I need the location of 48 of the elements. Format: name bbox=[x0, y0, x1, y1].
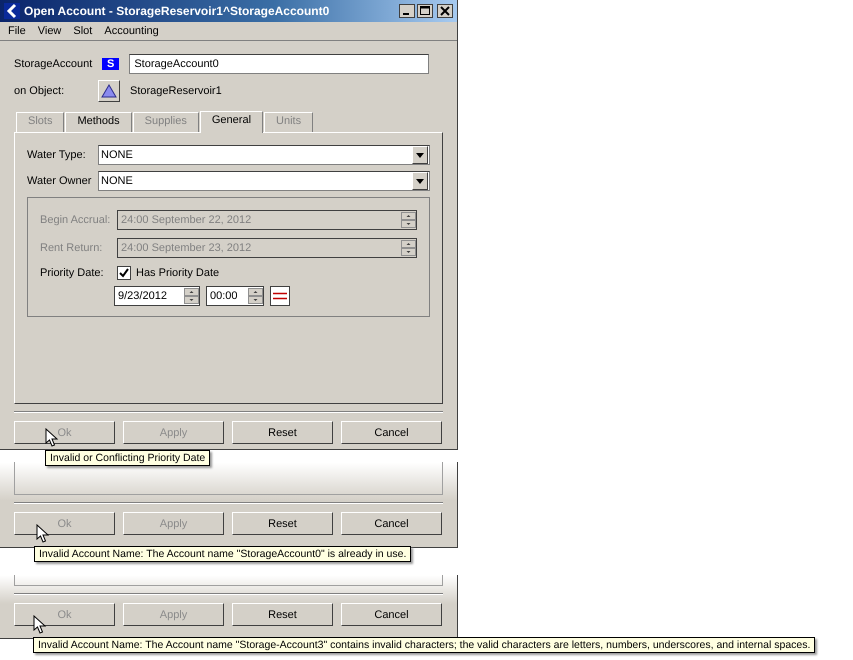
dropdown-label: Water Type: bbox=[27, 149, 87, 161]
dropdown[interactable]: NONE bbox=[98, 145, 430, 165]
date-label: Begin Accrual: bbox=[40, 214, 112, 226]
menu-item[interactable]: File bbox=[8, 25, 26, 37]
spinner-arrows-icon[interactable] bbox=[184, 288, 199, 304]
cursor-icon bbox=[45, 428, 59, 448]
dropdown-label: Water Owner bbox=[27, 175, 92, 187]
account-badge: S bbox=[102, 58, 120, 70]
menu-item[interactable]: View bbox=[38, 25, 62, 37]
object-label: on Object: bbox=[14, 85, 66, 97]
calendar-button[interactable] bbox=[270, 286, 290, 306]
object-name: StorageReservoir1 bbox=[130, 85, 222, 97]
spinner-arrows-icon[interactable] bbox=[401, 240, 416, 256]
checkbox[interactable] bbox=[117, 266, 131, 280]
checkbox-label: Has Priority Date bbox=[136, 267, 220, 279]
tooltip: Invalid Account Name: The Account name "Storage-Account3" contains invalid characters; the valid characters are letters, numbers, underscores, and internal spaces. bbox=[33, 637, 816, 653]
priority-label: Priority Date: bbox=[40, 267, 105, 279]
maximize-icon[interactable] bbox=[417, 4, 433, 18]
dialog-button[interactable]: Cancel bbox=[341, 421, 442, 444]
window-title: Open Account - StorageReservoir1^StorageAccount0 bbox=[24, 4, 330, 18]
spinner-arrows-icon[interactable] bbox=[401, 212, 416, 228]
dialog-button[interactable]: Reset bbox=[232, 603, 333, 626]
minimize-icon[interactable] bbox=[399, 4, 415, 18]
app-icon bbox=[4, 3, 20, 19]
date-label: Rent Return: bbox=[40, 242, 104, 254]
dialog-button[interactable]: Reset bbox=[232, 512, 333, 535]
equals-icon bbox=[273, 292, 287, 300]
caret-icon bbox=[416, 178, 424, 184]
cursor-icon bbox=[36, 524, 50, 544]
account-type-label: StorageAccount bbox=[14, 58, 94, 70]
dialog-button[interactable]: Reset bbox=[232, 421, 333, 444]
spinner-arrows-icon[interactable] bbox=[248, 288, 263, 304]
menu-item[interactable]: Slot bbox=[73, 25, 92, 37]
dialog-button[interactable]: Cancel bbox=[341, 603, 442, 626]
dialog-button[interactable]: Cancel bbox=[341, 512, 442, 535]
tab[interactable]: Methods bbox=[65, 112, 132, 132]
object-button[interactable] bbox=[98, 80, 120, 102]
caret-icon bbox=[416, 152, 424, 158]
menu-item[interactable]: Accounting bbox=[104, 25, 159, 37]
tab[interactable]: General bbox=[200, 111, 264, 133]
account-name-field[interactable]: StorageAccount0 bbox=[129, 54, 430, 74]
tooltip: Invalid Account Name: The Account name "StorageAccount0" is already in use. bbox=[34, 546, 412, 562]
tooltip: Invalid or Conflicting Priority Date bbox=[45, 450, 210, 466]
close-icon[interactable] bbox=[437, 4, 453, 18]
time-spinner[interactable]: 00:00 bbox=[206, 286, 264, 306]
date-spinner[interactable]: 9/23/2012 bbox=[114, 286, 200, 306]
dropdown[interactable]: NONE bbox=[98, 171, 430, 191]
cursor-icon bbox=[33, 615, 47, 635]
